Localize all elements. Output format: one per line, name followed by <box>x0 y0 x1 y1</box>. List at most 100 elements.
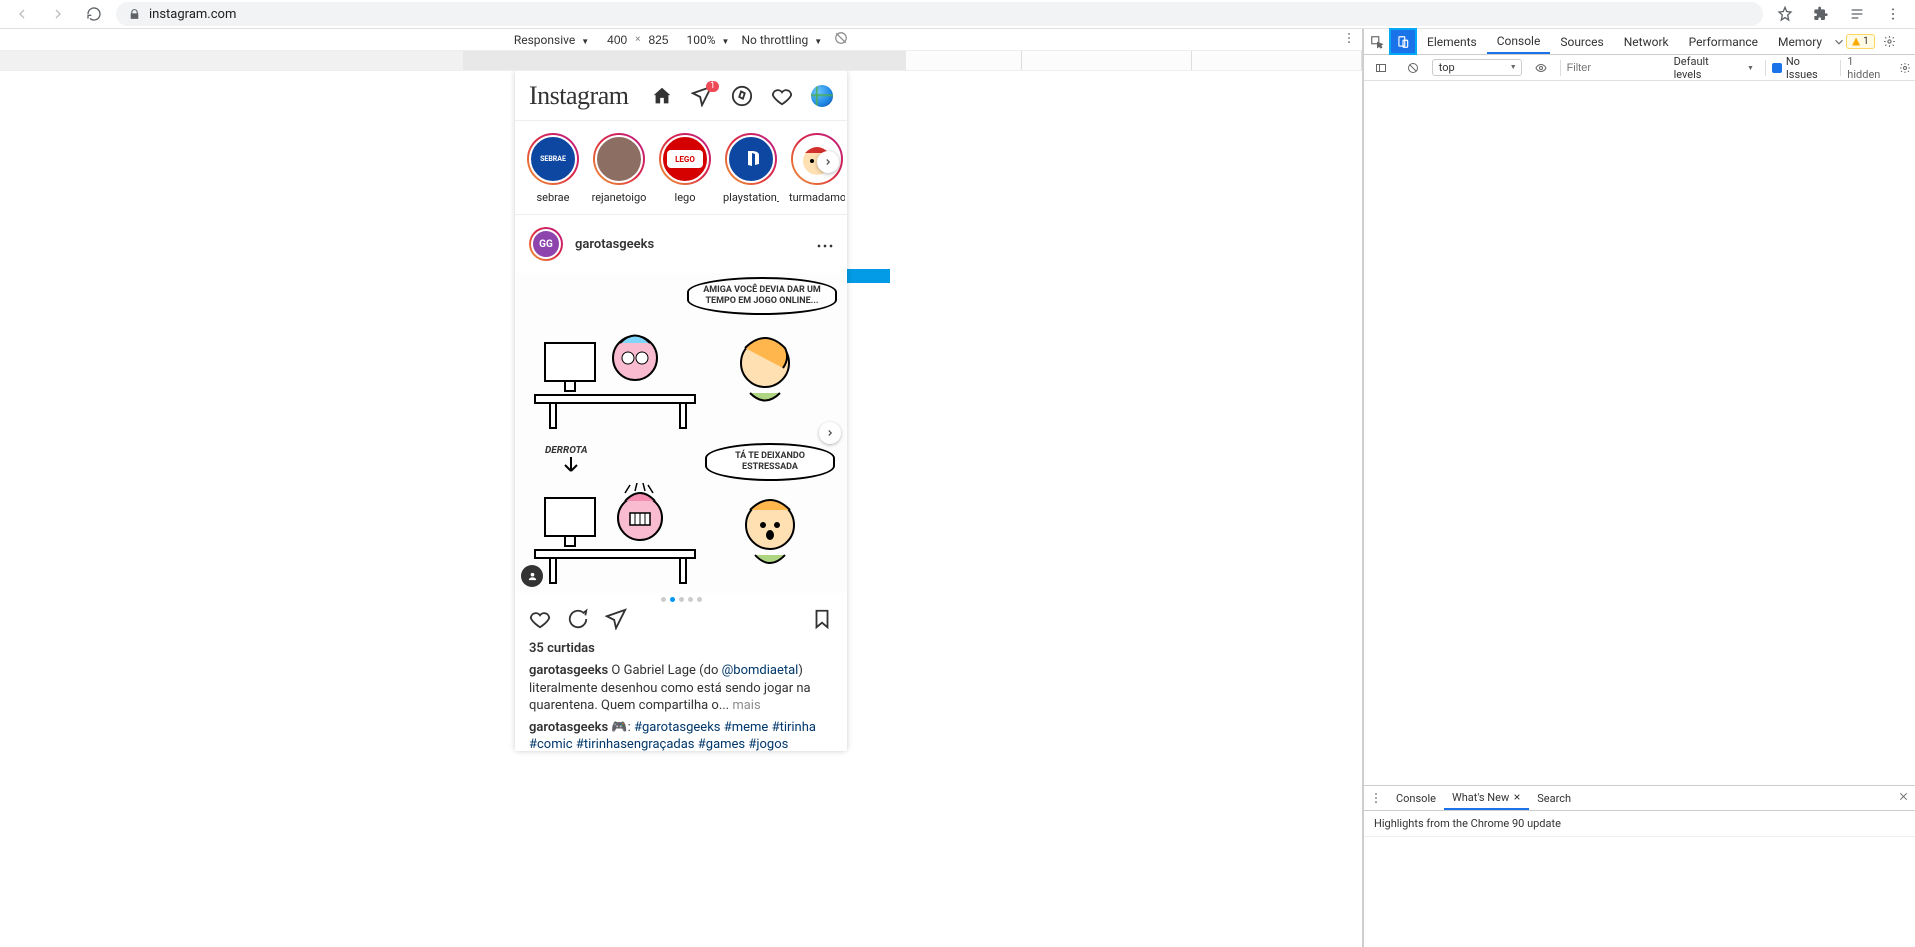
carousel-dots <box>515 593 847 606</box>
comic-bubble-1: AMIGA VOCÊ DEVIA DAR UM TEMPO EM JOGO ON… <box>687 277 837 315</box>
dimension-separator: × <box>633 34 642 45</box>
device-mode-select[interactable]: Responsive <box>514 33 589 47</box>
throttle-select[interactable]: No throttling <box>741 33 822 47</box>
post-actions <box>515 606 847 641</box>
device-toolbar-more-icon[interactable] <box>1342 31 1356 48</box>
star-icon[interactable] <box>1771 2 1799 26</box>
drawer-tab-console[interactable]: Console <box>1388 786 1444 810</box>
post-user-link[interactable]: GG garotasgeeks <box>529 227 654 261</box>
drawer-tab-whatsnew[interactable]: What's New <box>1444 786 1529 810</box>
tagged-people-icon[interactable] <box>521 565 543 587</box>
extensions-icon[interactable] <box>1807 2 1835 26</box>
drawer-tab-search[interactable]: Search <box>1529 786 1579 810</box>
story-item[interactable]: rejanetoigo <box>591 133 647 204</box>
stories-tray[interactable]: SEBRAEsebraerejanetoigoLEGOlegoplaystati… <box>515 121 847 215</box>
back-button[interactable] <box>8 2 36 26</box>
carousel-next-icon[interactable] <box>819 422 841 444</box>
story-item[interactable]: playstation_... <box>723 133 779 204</box>
drawer-menu-icon[interactable] <box>1364 791 1388 805</box>
post-header: GG garotasgeeks <box>515 215 847 273</box>
feed-post: GG garotasgeeks AMIGA VOCÊ DEVIA DAR UM … <box>515 215 847 751</box>
caption2-username[interactable]: garotasgeeks <box>529 720 608 735</box>
explore-icon[interactable] <box>731 85 753 107</box>
menu-icon[interactable] <box>1879 2 1907 26</box>
caption-more[interactable]: mais <box>732 698 760 713</box>
hashtag-link[interactable]: #meme <box>724 720 769 735</box>
console-settings-icon[interactable] <box>1899 62 1911 74</box>
console-levels-select[interactable]: Default levels <box>1669 53 1759 83</box>
browser-actions <box>1771 2 1907 26</box>
messages-icon[interactable]: 1 <box>691 85 713 107</box>
warnings-badge[interactable]: 1 <box>1846 34 1875 49</box>
like-icon[interactable] <box>529 608 551 633</box>
drawer-tab-close-icon[interactable] <box>1513 791 1521 804</box>
comment-icon[interactable] <box>567 608 589 633</box>
devtools-settings-icon[interactable] <box>1877 35 1903 48</box>
devtools-tab-sources[interactable]: Sources <box>1550 29 1613 54</box>
activity-icon[interactable] <box>771 85 793 107</box>
device-frame: Instagram 1 SEBRAEsebraerejanetoigoLEGOl… <box>515 71 847 751</box>
profile-avatar[interactable] <box>811 85 833 107</box>
post-username: garotasgeeks <box>575 237 654 252</box>
hashtag-link[interactable]: #tirinhasengraçadas <box>576 737 695 751</box>
device-ruler[interactable] <box>0 51 1362 71</box>
caption2-emoji: 🎮: <box>608 720 634 735</box>
console-filter-input[interactable] <box>1567 62 1657 74</box>
caption-text: O Gabriel Lage (do <box>608 663 721 678</box>
hashtag-link[interactable]: #games <box>698 737 745 751</box>
devtools-tab-elements[interactable]: Elements <box>1417 29 1487 54</box>
caption-mention[interactable]: @bomdiaetal <box>722 663 799 678</box>
hashtag-link[interactable]: #tirinha <box>772 720 816 735</box>
devtools-tab-console[interactable]: Console <box>1487 29 1551 54</box>
device-canvas: Instagram 1 SEBRAEsebraerejanetoigoLEGOl… <box>0 71 1362 947</box>
story-item[interactable]: LEGOlego <box>657 133 713 204</box>
comic-label: DERROTA <box>545 445 588 456</box>
reading-list-icon[interactable] <box>1843 2 1871 26</box>
hashtag-link[interactable]: #comic <box>529 737 573 751</box>
hashtag-link[interactable]: #jogos <box>748 737 788 751</box>
messages-badge: 1 <box>706 81 719 92</box>
post-caption: garotasgeeks O Gabriel Lage (do @bomdiae… <box>515 662 847 719</box>
forward-button[interactable] <box>44 2 72 26</box>
drawer-content-header: Highlights from the Chrome 90 update <box>1364 811 1915 837</box>
devtools-drawer-tabs: ConsoleWhat's New Search <box>1364 785 1915 811</box>
devtools-tab-performance[interactable]: Performance <box>1679 29 1768 54</box>
save-icon[interactable] <box>811 608 833 633</box>
hashtag-link[interactable]: #garotasgeeks <box>634 720 721 735</box>
post-image[interactable]: AMIGA VOCÊ DEVIA DAR UM TEMPO EM JOGO ON… <box>515 273 847 593</box>
rotate-icon[interactable] <box>834 31 848 48</box>
console-issues-badge[interactable]: No Issues <box>1772 55 1834 81</box>
post-likes[interactable]: 35 curtidas <box>515 641 847 662</box>
share-icon[interactable] <box>605 608 627 633</box>
drawer-content-body <box>1364 837 1915 947</box>
device-viewport-area: Responsive × 100% No throttling <box>0 29 1363 947</box>
device-toggle-icon[interactable] <box>1390 29 1416 54</box>
console-context-select[interactable]: top <box>1432 59 1522 76</box>
device-width-input[interactable] <box>601 33 633 47</box>
caption-username[interactable]: garotasgeeks <box>529 663 608 678</box>
console-body[interactable] <box>1364 81 1915 785</box>
story-item[interactable]: SEBRAEsebrae <box>525 133 581 204</box>
device-height-input[interactable] <box>643 33 675 47</box>
drawer-close-icon[interactable] <box>1898 791 1909 805</box>
devtools-tab-memory[interactable]: Memory <box>1768 29 1832 54</box>
instagram-logo[interactable]: Instagram <box>529 81 628 111</box>
zoom-select[interactable]: 100% <box>687 33 730 47</box>
address-bar[interactable]: instagram.com <box>116 2 1763 26</box>
console-sidebar-toggle-icon[interactable] <box>1368 62 1394 74</box>
devtools-tab-network[interactable]: Network <box>1614 29 1679 54</box>
post-caption-2: garotasgeeks 🎮: #garotasgeeks #meme #tir… <box>515 719 847 751</box>
lock-icon <box>128 8 141 21</box>
devtools-panel: ElementsConsoleSourcesNetworkPerformance… <box>1363 29 1915 947</box>
devtools-menu-icon[interactable] <box>1905 35 1915 48</box>
home-icon[interactable] <box>651 85 673 107</box>
reload-button[interactable] <box>80 2 108 26</box>
more-tabs-icon[interactable] <box>1832 35 1846 49</box>
instagram-header: Instagram 1 <box>515 71 847 121</box>
stories-next-icon[interactable] <box>817 151 839 173</box>
live-expression-icon[interactable] <box>1528 62 1554 74</box>
post-more-icon[interactable] <box>817 237 833 251</box>
inspect-element-icon[interactable] <box>1364 29 1390 54</box>
console-hidden-count[interactable]: 1 hidden <box>1847 55 1893 81</box>
clear-console-icon[interactable] <box>1400 62 1426 74</box>
